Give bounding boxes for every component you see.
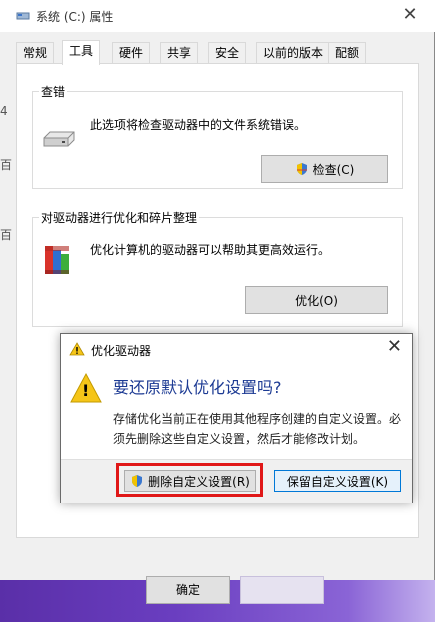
- dialog-heading: 要还原默认优化设置吗?: [113, 378, 282, 397]
- dialog-footer: 删除自定义设置(R) 保留自定义设置(K): [61, 459, 412, 503]
- check-group: 查错 此选项将检查驱动器中的文件系统错误。 检查(C): [32, 83, 403, 189]
- warning-small-icon: [69, 342, 85, 356]
- optimize-group-title: 对驱动器进行优化和碎片整理: [39, 209, 200, 226]
- optimize-description: 优化计算机的驱动器可以帮助其更高效运行。: [90, 243, 331, 257]
- defrag-icon: [45, 246, 69, 274]
- background-text-fragment: 4: [0, 104, 8, 118]
- uac-shield-icon: [296, 163, 307, 175]
- warning-large-icon: !: [69, 372, 103, 404]
- tab-tools[interactable]: 工具: [62, 40, 101, 65]
- dialog-message: 存储优化当前正在使用其他程序创建的自定义设置。必须先删除这些自定义设置，然后才能…: [113, 412, 402, 446]
- optimize-button-label: 优化(O): [295, 293, 338, 308]
- cancel-button[interactable]: [240, 576, 324, 604]
- check-button[interactable]: 检查(C): [261, 155, 388, 183]
- hard-drive-icon: [43, 131, 75, 147]
- dialog-close-icon[interactable]: ✕: [387, 336, 402, 357]
- keep-button-label: 保留自定义设置(K): [286, 474, 389, 489]
- dialog-title: 优化驱动器: [91, 344, 152, 358]
- optimize-group: 对驱动器进行优化和碎片整理 优化计算机的驱动器可以帮助其更高效运行。 优化(O): [32, 209, 403, 327]
- optimize-button[interactable]: 优化(O): [245, 286, 388, 314]
- ok-button[interactable]: 确定: [146, 576, 230, 604]
- optimize-drives-dialog: 优化驱动器 ✕ ! 要还原默认优化设置吗? 存储优化当前正在使用其他程序创建的自…: [60, 333, 413, 503]
- check-description: 此选项将检查驱动器中的文件系统错误。: [90, 118, 307, 132]
- check-button-label: 检查(C): [312, 162, 355, 177]
- keep-custom-settings-button[interactable]: 保留自定义设置(K): [274, 470, 401, 492]
- tab-security[interactable]: 安全: [208, 42, 247, 64]
- tab-hardware[interactable]: 硬件: [112, 42, 151, 64]
- tab-general[interactable]: 常规: [16, 42, 55, 64]
- tab-quota[interactable]: 配额: [328, 42, 367, 64]
- background-text-fragment: 百: [0, 228, 13, 242]
- warning-glyph: !: [82, 381, 90, 400]
- close-icon[interactable]: ✕: [399, 4, 421, 26]
- uac-shield-icon: [132, 475, 143, 487]
- check-group-title: 查错: [39, 83, 68, 100]
- delete-custom-settings-button[interactable]: 删除自定义设置(R): [124, 470, 256, 492]
- title-bar: 系统 (C:) 属性 ✕: [0, 0, 435, 32]
- delete-button-label: 删除自定义设置(R): [148, 474, 250, 489]
- tab-sharing[interactable]: 共享: [160, 42, 199, 64]
- drive-icon: [16, 12, 30, 20]
- background-text-fragment: 百: [0, 158, 13, 172]
- window-title: 系统 (C:) 属性: [36, 10, 114, 24]
- tab-previous-versions[interactable]: 以前的版本: [256, 42, 331, 64]
